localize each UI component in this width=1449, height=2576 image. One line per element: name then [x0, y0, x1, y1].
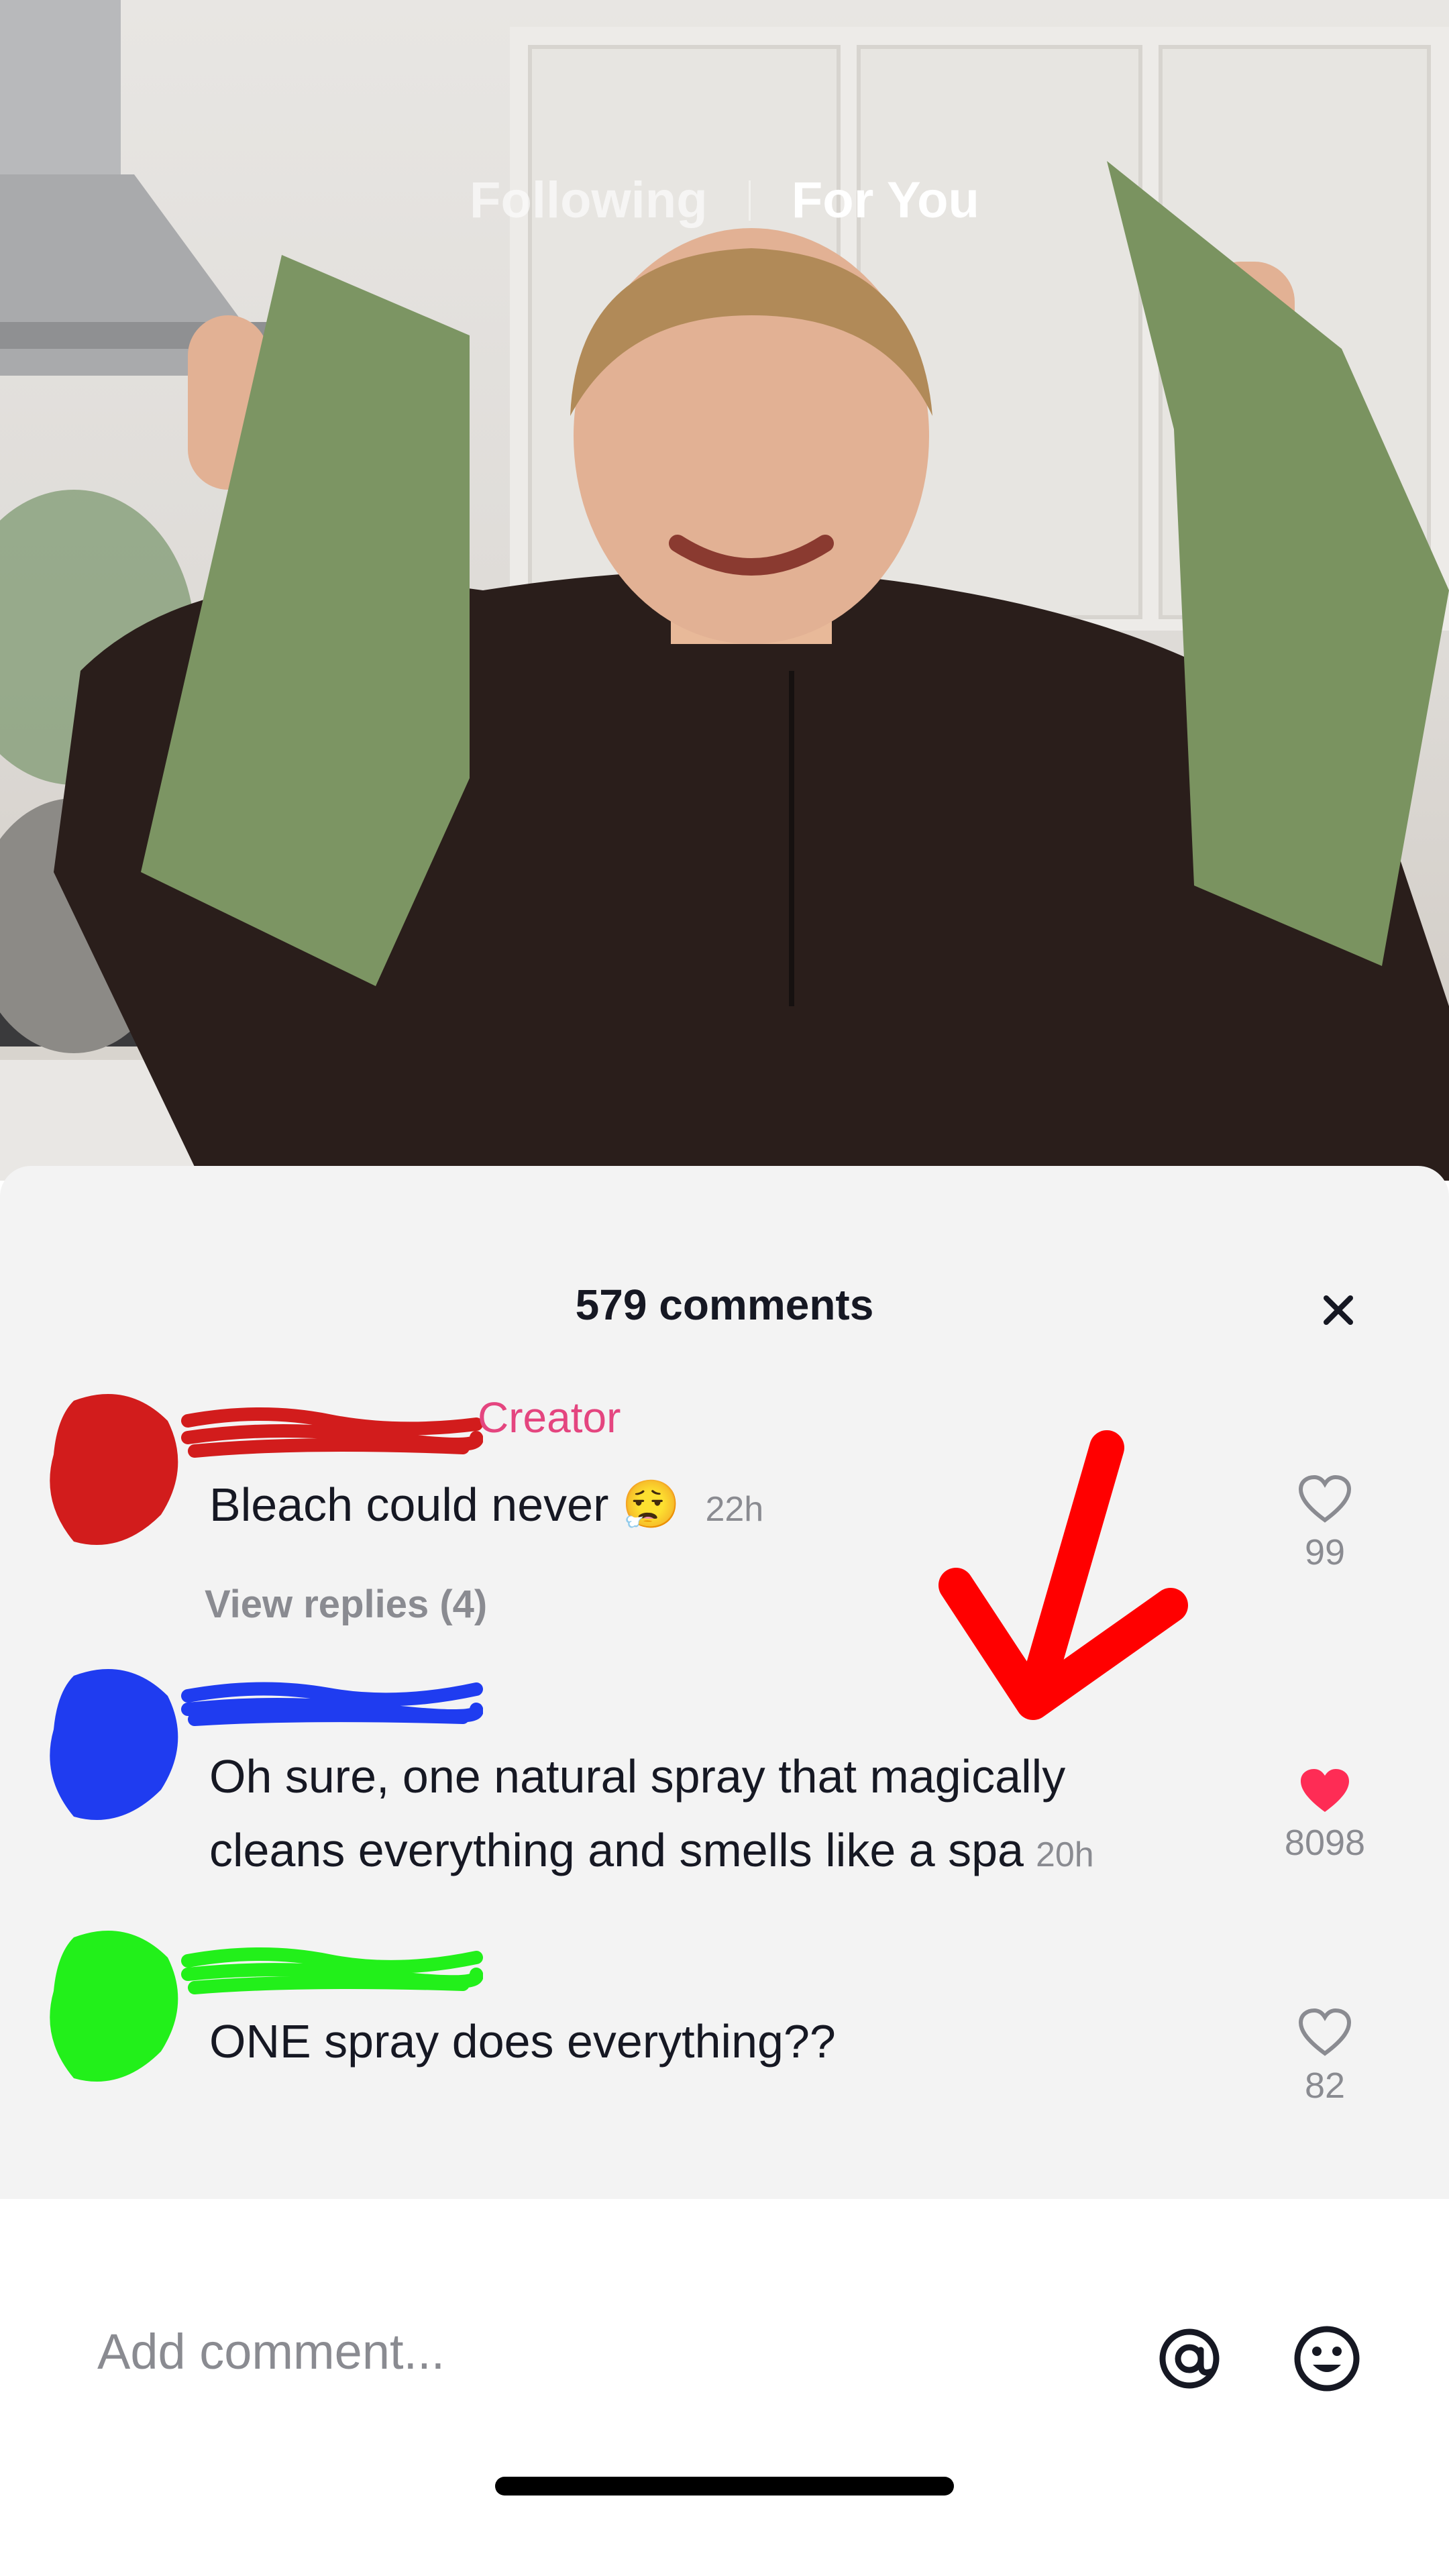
tab-for-you[interactable]: For You: [782, 171, 989, 229]
tab-following[interactable]: Following: [460, 171, 717, 229]
home-indicator[interactable]: [495, 2477, 954, 2496]
comment-timestamp: 20h: [1035, 1835, 1094, 1874]
tab-divider: [748, 180, 751, 221]
comments-count-title: 579 comments: [575, 1281, 874, 1329]
comment-item: Oh sure, one natural spray that magicall…: [0, 1662, 1449, 1931]
comment-body-line2: cleans everything and smells like a spa: [209, 1824, 1024, 1876]
close-icon[interactable]: [1311, 1283, 1365, 1337]
feed-tab-bar: Following For You: [0, 168, 1449, 229]
avatar[interactable]: [47, 1924, 195, 2092]
redacted-username-scribble: [181, 1407, 483, 1458]
comment-composer: Add comment...: [0, 2199, 1449, 2576]
creator-badge: Creator: [478, 1393, 621, 1442]
comment-item: Creator Bleach could never 😮‍💨 22h View …: [0, 1387, 1449, 1669]
comment-timestamp: 22h: [705, 1490, 764, 1529]
comment-body: Bleach could never: [209, 1479, 609, 1531]
emoji-icon[interactable]: [1291, 2323, 1362, 2394]
view-replies-button[interactable]: View replies (4): [205, 1582, 487, 1627]
comment-body-line1: Oh sure, one natural spray that magicall…: [209, 1750, 1066, 1803]
redacted-username-scribble: [181, 1947, 483, 1994]
mention-at-icon[interactable]: [1154, 2323, 1225, 2394]
video-player[interactable]: Following For You: [0, 0, 1449, 1181]
avatar[interactable]: [47, 1662, 195, 1830]
comment-text: Bleach could never 😮‍💨 22h: [209, 1468, 763, 1546]
comment-text: Oh sure, one natural spray that magicall…: [209, 1739, 1094, 1892]
avatar[interactable]: [47, 1387, 195, 1555]
exhale-emoji: 😮‍💨: [621, 1479, 681, 1531]
redacted-username-scribble: [181, 1682, 483, 1726]
heart-outline-icon[interactable]: [1298, 1474, 1352, 1524]
heart-outline-icon[interactable]: [1298, 2008, 1352, 2057]
annotation-arrow: [938, 1430, 1188, 1720]
like-count: 99: [1304, 1532, 1346, 1572]
comment-text: ONE spray does everything??: [209, 2015, 836, 2068]
heart-filled-icon[interactable]: [1298, 1766, 1352, 1816]
like-count: 82: [1304, 2065, 1346, 2106]
add-comment-input[interactable]: Add comment...: [97, 2323, 445, 2380]
comments-sheet: 579 comments Creator Bleach could never …: [0, 1166, 1449, 2199]
like-count: 8098: [1284, 1823, 1366, 1863]
comment-item: ONE spray does everything?? 82: [0, 1924, 1449, 2125]
